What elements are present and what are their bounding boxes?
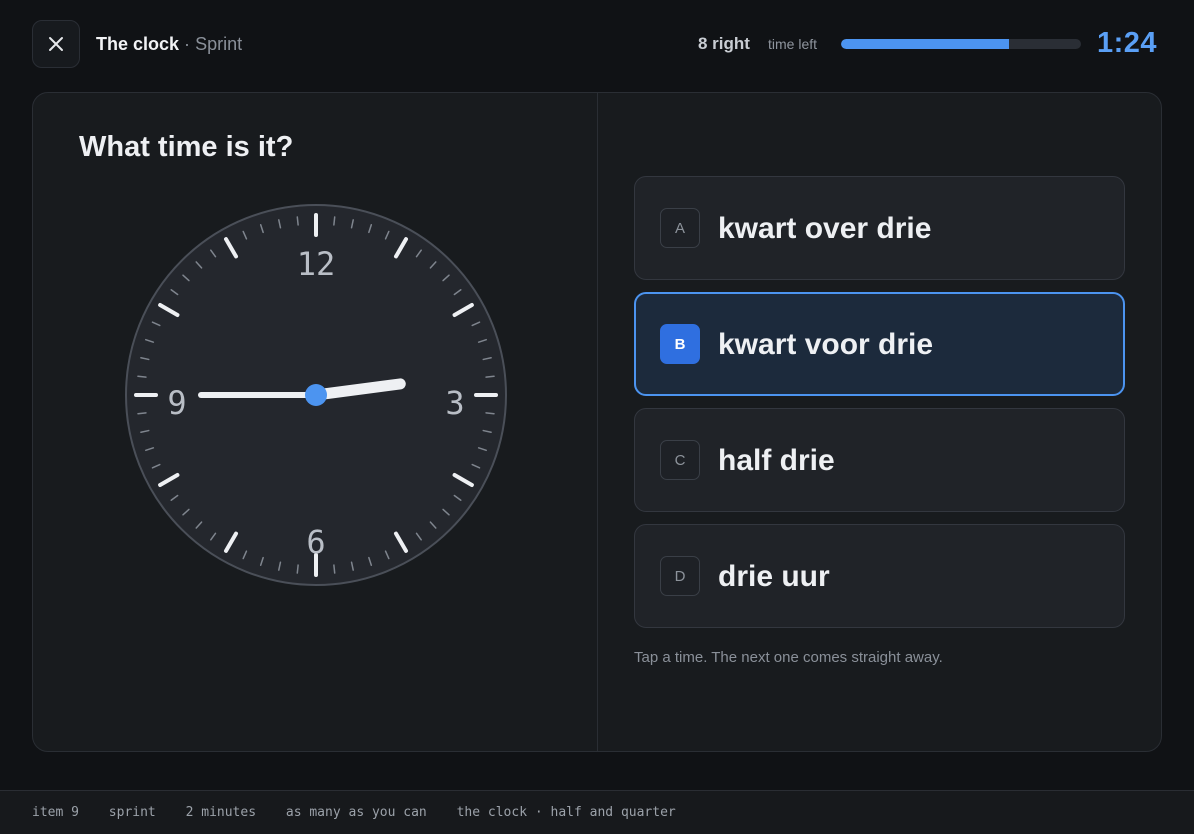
footer: item 9 sprint 2 minutes as many as you c…	[0, 790, 1194, 834]
hint-text: Tap a time. The next one comes straight …	[634, 649, 943, 666]
minute-tick	[333, 564, 336, 574]
option-key: D	[660, 556, 700, 596]
minute-tick	[485, 412, 495, 415]
option-key: B	[660, 324, 700, 364]
option-label: kwart over drie	[718, 212, 932, 245]
option-key: A	[660, 208, 700, 248]
option-key: C	[660, 440, 700, 480]
option-c[interactable]: C half drie	[634, 408, 1125, 512]
footer-item: item 9	[32, 805, 79, 820]
minute-tick	[296, 564, 299, 574]
footer-item: sprint	[108, 805, 156, 820]
time-progress-fill	[841, 39, 1009, 49]
footer-item: the clock · half and quarter	[456, 805, 676, 820]
time-left-label: time left	[768, 36, 818, 52]
title-mode: Sprint	[195, 34, 243, 54]
question-card: What time is it? 12 3 6 9 A kwart over d…	[32, 92, 1162, 752]
title-main: The clock	[96, 34, 180, 54]
clock-hub	[305, 384, 327, 406]
footer-items: item 9 sprint 2 minutes as many as you c…	[32, 804, 698, 822]
answer-options: A kwart over drie B kwart voor drie C ha…	[634, 176, 1126, 640]
option-a[interactable]: A kwart over drie	[634, 176, 1125, 280]
minute-tick	[333, 216, 336, 226]
close-button[interactable]	[32, 20, 80, 68]
option-d[interactable]: D drie uur	[634, 524, 1125, 628]
title-separator: ·	[184, 34, 191, 54]
footer-item: 2 minutes	[185, 805, 257, 820]
option-label: half drie	[718, 444, 835, 477]
minute-tick	[296, 216, 299, 226]
footer-item: as many as you can	[285, 805, 427, 820]
close-icon	[49, 37, 63, 51]
numeral-3: 3	[445, 384, 464, 422]
numeral-12: 12	[297, 245, 336, 283]
minute-tick	[485, 375, 495, 378]
question-prompt: What time is it?	[79, 131, 294, 163]
option-label: kwart voor drie	[718, 328, 934, 361]
minute-tick	[137, 412, 147, 415]
clock-face: 12 3 6 9	[124, 203, 508, 587]
numeral-6: 6	[306, 523, 325, 561]
score-count: 8 right	[698, 34, 750, 53]
option-label: drie uur	[718, 560, 830, 593]
minute-tick	[137, 375, 147, 378]
header: The clock · Sprint 8 right time left 1:2…	[0, 0, 1194, 88]
numeral-9: 9	[167, 384, 186, 422]
time-progress-bar	[841, 39, 1081, 49]
timer: 1:24	[1097, 27, 1158, 59]
option-b[interactable]: B kwart voor drie	[634, 292, 1125, 396]
card-divider	[597, 93, 598, 751]
page-title: The clock · Sprint	[96, 32, 242, 56]
